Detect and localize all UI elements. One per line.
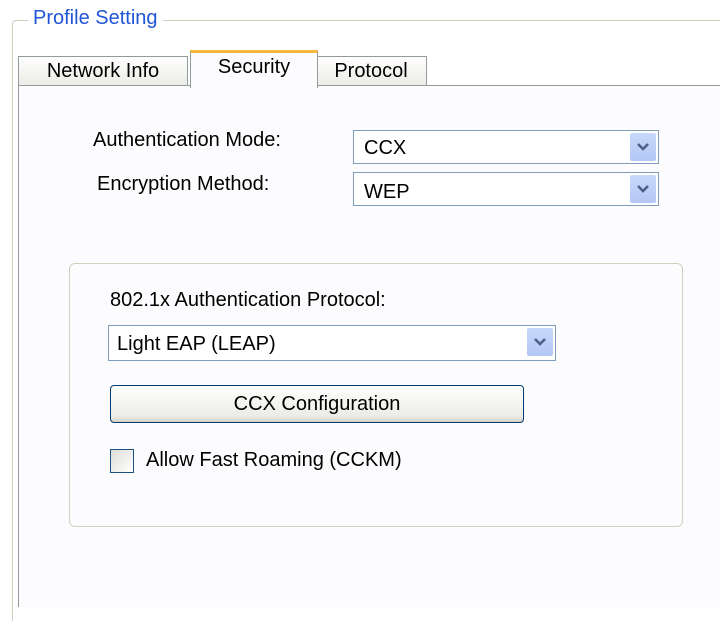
- allow-fast-roaming-label: Allow Fast Roaming (CCKM): [146, 449, 402, 471]
- authentication-mode-select[interactable]: CCX: [353, 130, 659, 164]
- chevron-down-icon[interactable]: [630, 175, 656, 203]
- tab-security[interactable]: Security: [190, 50, 318, 88]
- tab-protocol[interactable]: Protocol: [315, 56, 427, 86]
- encryption-method-value: WEP: [364, 181, 410, 203]
- authentication-mode-label: Authentication Mode:: [93, 129, 281, 151]
- allow-fast-roaming-checkbox[interactable]: [110, 449, 134, 473]
- encryption-method-label: Encryption Method:: [97, 173, 270, 195]
- chevron-down-icon[interactable]: [630, 133, 656, 161]
- authentication-mode-value: CCX: [364, 137, 407, 159]
- eap-settings-panel: 802.1x Authentication Protocol: Light EA…: [69, 263, 683, 527]
- chevron-down-icon[interactable]: [527, 328, 553, 356]
- ccx-configuration-button[interactable]: CCX Configuration: [110, 385, 524, 423]
- security-tab-panel: Authentication Mode: CCX Encryption Meth…: [18, 85, 720, 607]
- eap-protocol-select[interactable]: Light EAP (LEAP): [108, 325, 556, 361]
- encryption-method-select[interactable]: WEP: [353, 172, 659, 206]
- eap-protocol-label: 802.1x Authentication Protocol:: [110, 289, 386, 311]
- eap-protocol-value: Light EAP (LEAP): [117, 333, 276, 355]
- profile-setting-title: Profile Setting: [28, 7, 163, 30]
- tab-network-info[interactable]: Network Info: [18, 56, 188, 86]
